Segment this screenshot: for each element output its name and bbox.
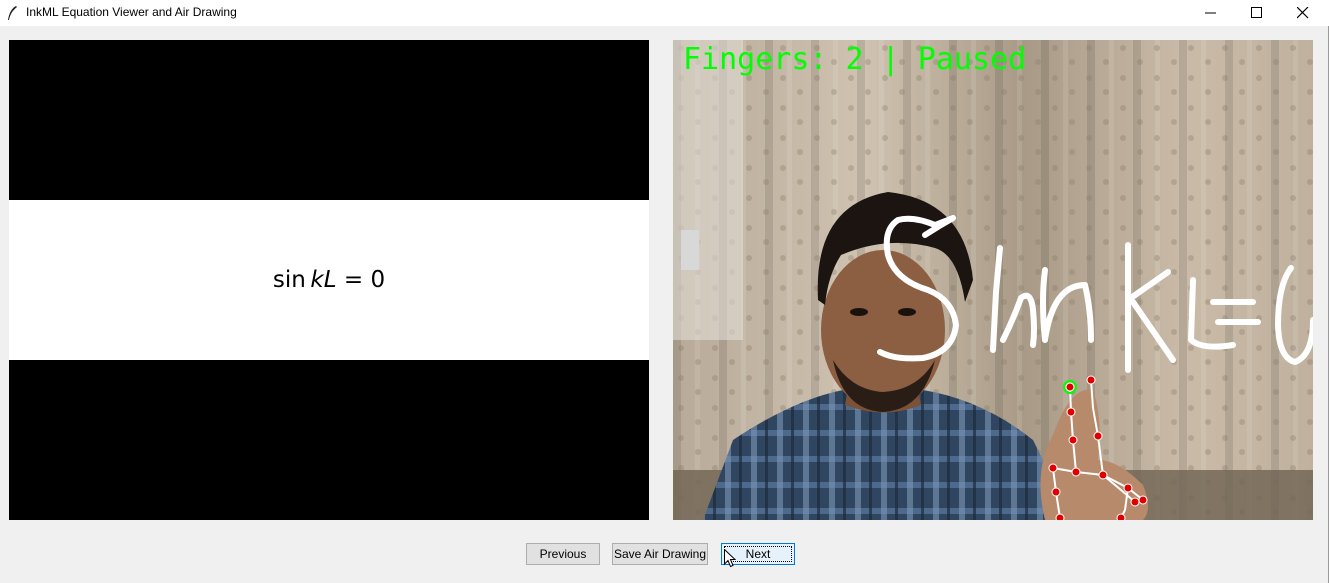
close-button[interactable]: [1280, 0, 1326, 26]
mouse-cursor-icon: [724, 549, 736, 568]
feather-icon: [8, 6, 17, 20]
title-bar: InkML Equation Viewer and Air Drawing: [0, 0, 1329, 26]
equation-viewer: sin kL = 0: [9, 40, 649, 520]
minimize-button[interactable]: [1188, 0, 1234, 26]
finger-status-text: Fingers: 2 | Paused: [683, 42, 1027, 77]
equation-text: sin kL = 0: [272, 267, 386, 293]
save-air-drawing-button[interactable]: Save Air Drawing: [612, 543, 708, 565]
close-icon: [1297, 7, 1309, 19]
minimize-icon: [1205, 12, 1216, 14]
maximize-icon: [1251, 7, 1262, 18]
previous-button[interactable]: Previous: [526, 543, 600, 565]
window-title: InkML Equation Viewer and Air Drawing: [26, 5, 237, 19]
equation-band: sin kL = 0: [9, 200, 649, 360]
maximize-button[interactable]: [1234, 0, 1280, 26]
camera-feed: Fingers: 2 | Paused: [673, 40, 1313, 520]
camera-image: [673, 40, 1313, 520]
